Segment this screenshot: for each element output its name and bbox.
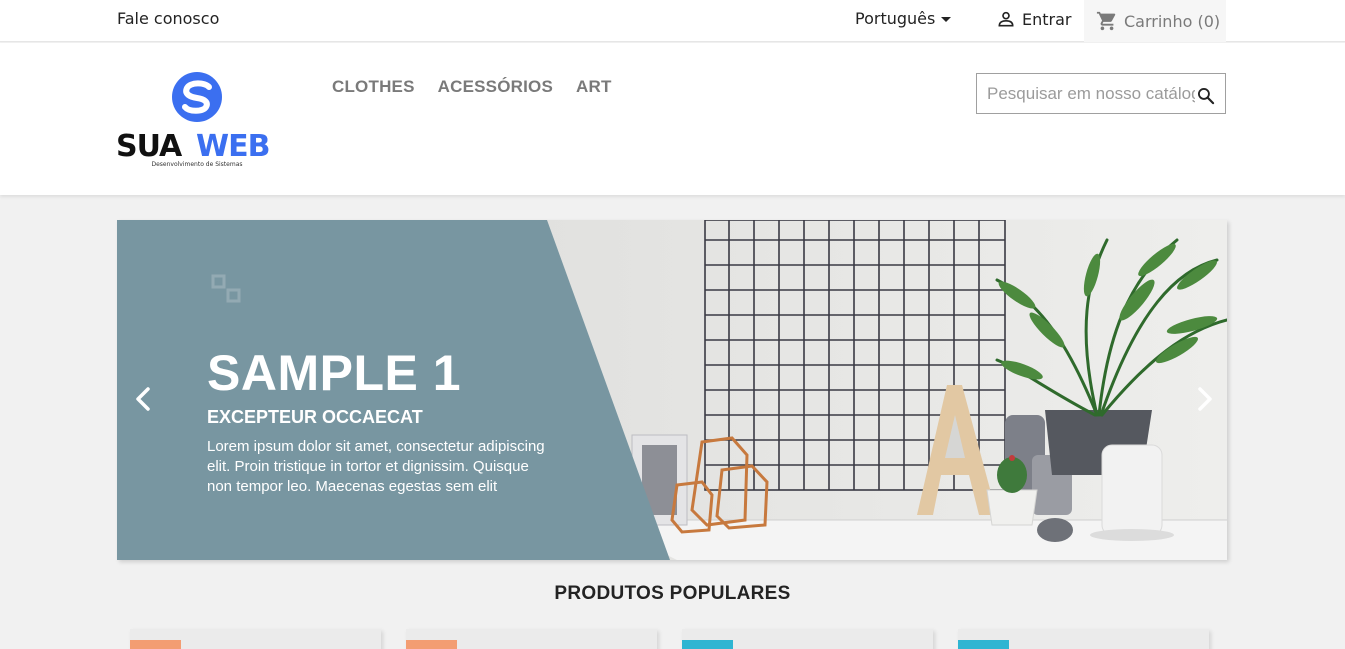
caret-down-icon [941, 17, 952, 22]
main-menu: CLOTHES ACESSÓRIOS ART [332, 77, 612, 97]
site-logo[interactable]: SUA WEB Desenvolvimento de Sistemas [116, 72, 280, 172]
product-flag [958, 640, 1009, 649]
logo-tagline: Desenvolvimento de Sistemas [151, 161, 242, 168]
contact-link[interactable]: Fale conosco [117, 9, 219, 28]
search-icon[interactable] [1196, 86, 1216, 106]
carousel-next-icon[interactable] [1195, 384, 1215, 414]
menu-item-acessorios[interactable]: ACESSÓRIOS [438, 77, 553, 97]
product-card[interactable] [406, 629, 657, 649]
slide-subtitle: EXCEPTEUR OCCAECAT [207, 407, 423, 427]
cart-button[interactable]: Carrinho (0) [1084, 0, 1226, 42]
logo-text-accent: WEB [196, 129, 269, 164]
language-label: Português [855, 9, 936, 28]
search-input[interactable] [977, 74, 1225, 113]
popular-products-heading: PRODUTOS POPULARES [554, 583, 791, 604]
menu-item-clothes[interactable]: CLOTHES [332, 77, 415, 97]
menu-item-art[interactable]: ART [576, 77, 612, 97]
home-carousel: SAMPLE 1 EXCEPTEUR OCCAECAT Lorem ipsum … [117, 220, 1227, 560]
product-card[interactable] [958, 629, 1209, 649]
user-icon [998, 11, 1014, 27]
product-flag [682, 640, 733, 649]
search-box [976, 73, 1226, 114]
carousel-prev-icon[interactable] [133, 384, 153, 414]
signin-label: Entrar [1022, 9, 1072, 29]
cart-label: Carrinho (0) [1124, 11, 1221, 31]
product-card[interactable] [130, 629, 381, 649]
language-selector[interactable]: Português [855, 9, 952, 28]
product-flag [130, 640, 181, 649]
product-list [130, 629, 1209, 649]
top-nav: Fale conosco Português Entrar Carrinho (… [0, 0, 1345, 42]
slide-title: SAMPLE 1 [207, 345, 462, 401]
product-card[interactable] [682, 629, 933, 649]
logo-text-dark: SUA [116, 129, 183, 164]
slide-description: Lorem ipsum dolor sit amet, consectetur … [207, 438, 545, 495]
signin-link[interactable]: Entrar [996, 9, 1071, 29]
product-flag [406, 640, 457, 649]
shopping-cart-icon [1096, 11, 1116, 31]
